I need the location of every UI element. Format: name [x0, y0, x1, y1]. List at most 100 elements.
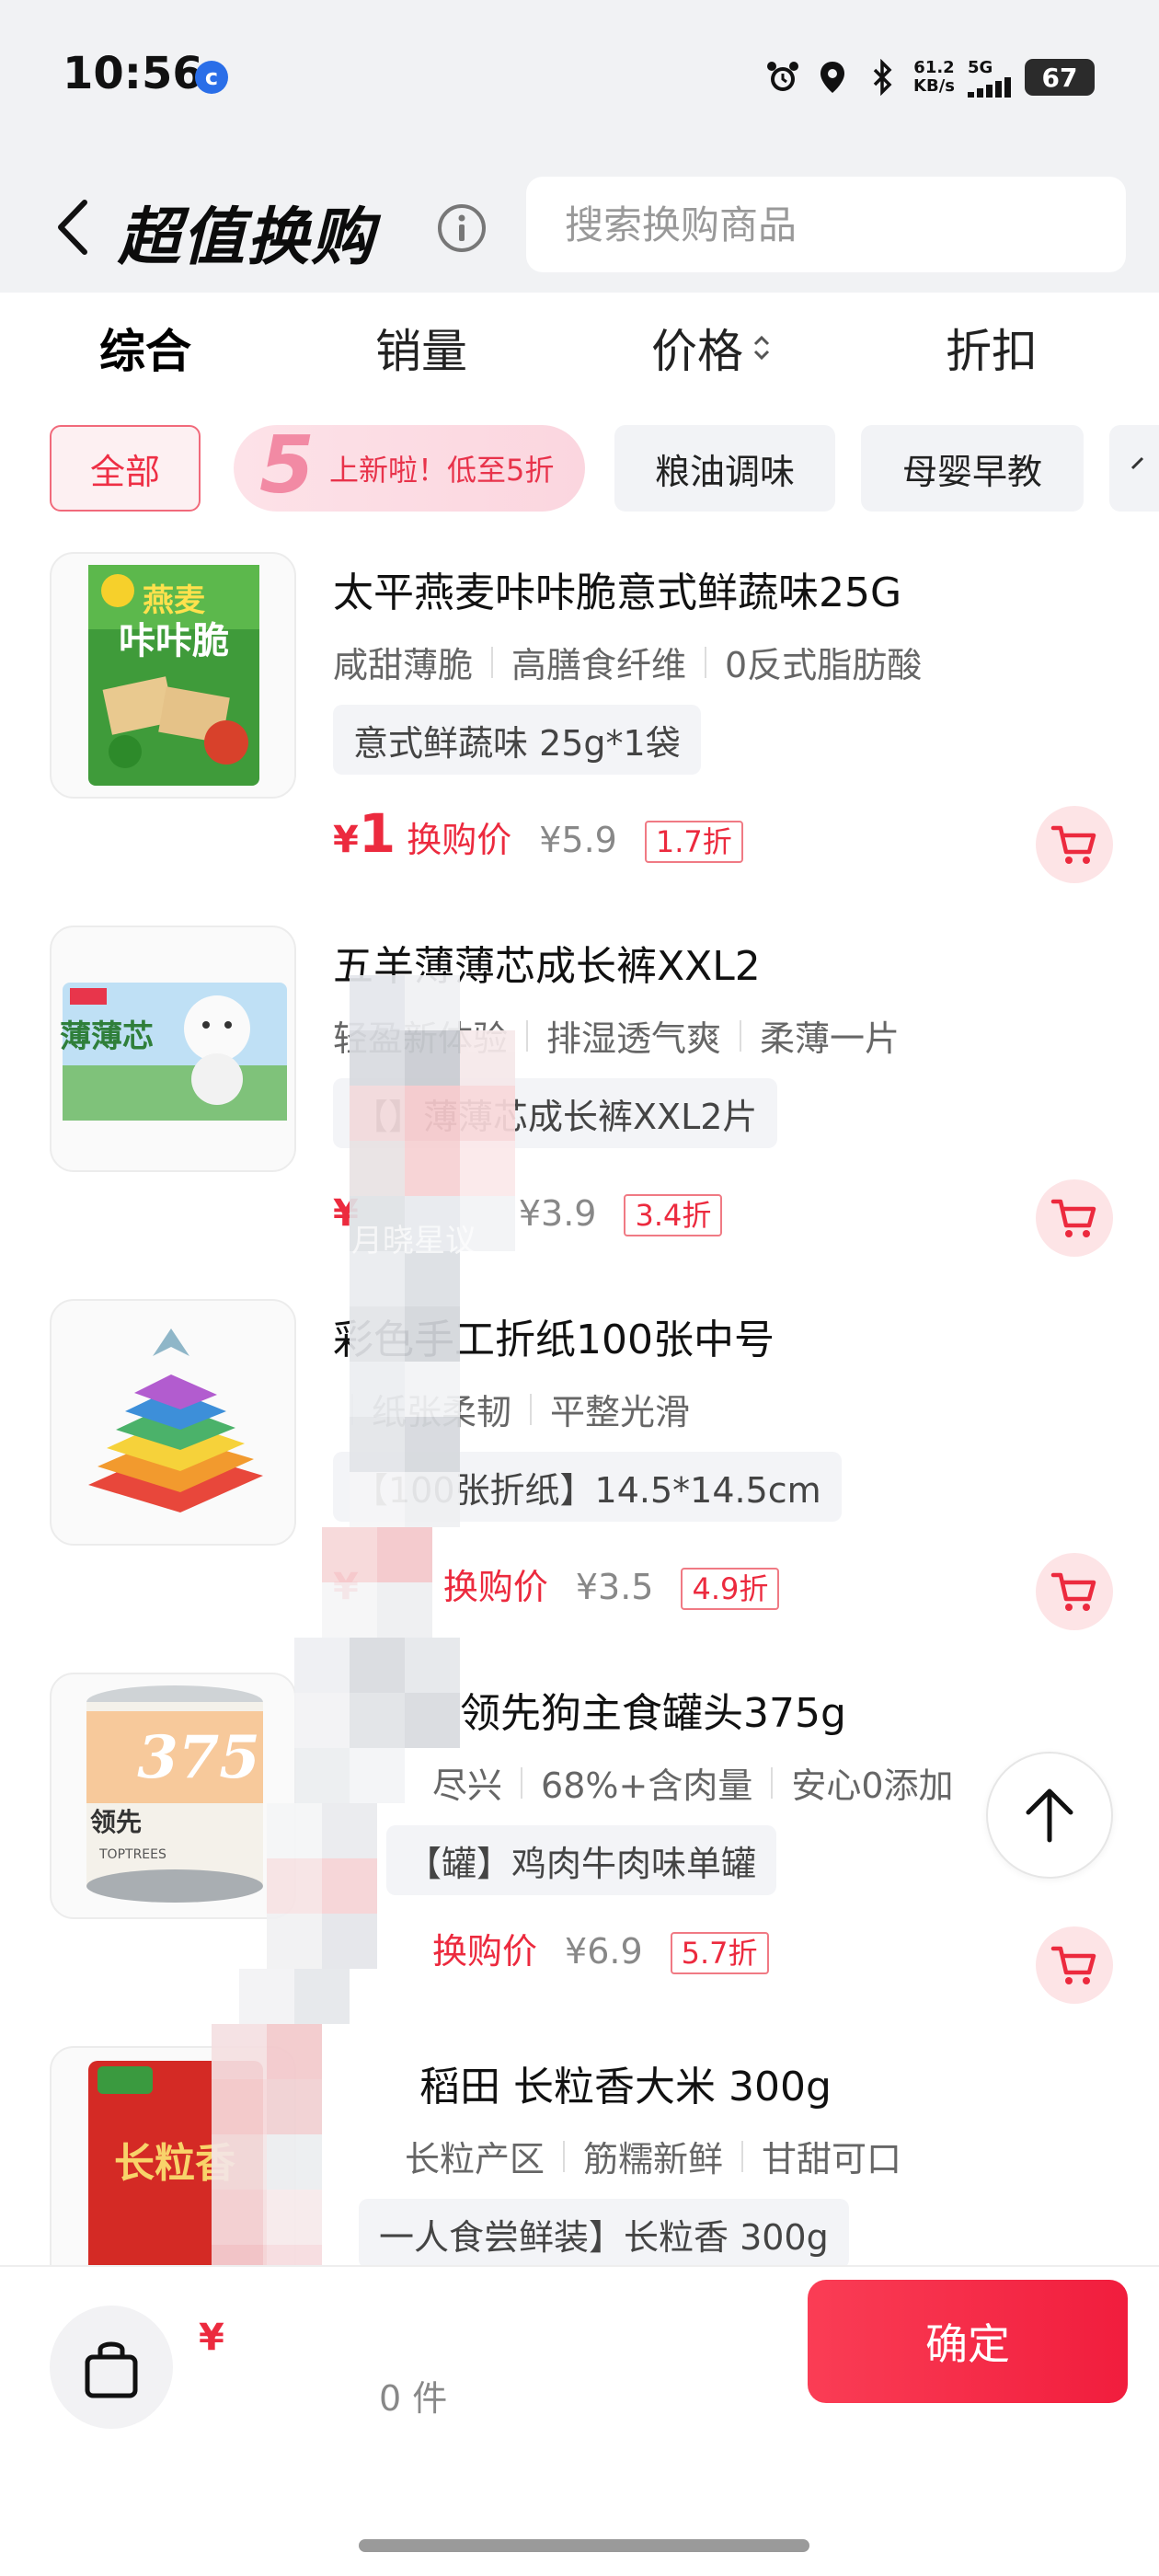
- product-title: 五羊薄薄芯成长裤XXL2: [333, 943, 761, 990]
- original-price: ¥3.9: [518, 1193, 597, 1234]
- exchange-price-label: 换购价: [442, 1567, 548, 1607]
- svg-text:咔咔脆: 咔咔脆: [119, 620, 229, 662]
- discount-badge: 3.4折: [624, 1194, 723, 1236]
- product-image: 薄薄芯: [50, 926, 296, 1172]
- product-item[interactable]: 薄薄芯 五羊薄薄芯成长裤XXL2 轻盈新体验 排湿透气爽 柔薄一片 【】薄薄芯成…: [0, 926, 1159, 1299]
- product-image-dog-food-can: 375 领先 TOPTREES: [86, 1685, 263, 1903]
- sort-tabs: 综合 销量 价格 折扣: [0, 293, 1159, 407]
- status-time: 10:56: [63, 48, 203, 99]
- product-spec: 【100张折纸】14.5*14.5cm: [333, 1452, 842, 1522]
- product-title: 稻田 长粒香大米 300g: [419, 2064, 832, 2110]
- product-item[interactable]: 375 领先 TOPTREES 领先狗主食罐头375g 尽兴 68%+含肉量 安…: [0, 1673, 1159, 2046]
- back-to-top-button[interactable]: [986, 1752, 1113, 1879]
- tab-discount[interactable]: 折扣: [946, 315, 1038, 381]
- status-bar: 10:56 c 61.2 KB/s 5G 67: [0, 0, 1159, 156]
- svg-text:TOPTREES: TOPTREES: [98, 1847, 166, 1862]
- chip-all[interactable]: 全部: [50, 425, 201, 512]
- home-indicator[interactable]: [359, 2539, 809, 2552]
- discount-badge: 5.7折: [670, 1932, 769, 1974]
- tab-price[interactable]: 价格: [651, 315, 773, 381]
- svg-text:燕麦: 燕麦: [143, 582, 205, 619]
- search-box[interactable]: [526, 177, 1126, 272]
- product-spec: 【】薄薄芯成长裤XXL2片: [333, 1078, 778, 1148]
- arrow-up-icon: [1026, 1788, 1073, 1843]
- info-icon[interactable]: [436, 202, 488, 254]
- chip-grain-oil[interactable]: 粮油调味: [614, 425, 835, 512]
- product-title: 领先狗主食罐头375g: [460, 1690, 846, 1737]
- exchange-purchase-page: 10:56 c 61.2 KB/s 5G 67 超值换购 搜索换购商品 综合 销…: [0, 0, 1159, 2576]
- product-image-origami-paper: [88, 1328, 263, 1512]
- alarm-icon: [767, 62, 799, 91]
- product-price-row: ¥ ¥3.9 3.4折: [333, 1176, 723, 1240]
- product-tags: 轻盈新体验 排湿透气爽 柔薄一片: [333, 1018, 901, 1059]
- product-tags: 纸张柔韧 平整光滑: [333, 1384, 690, 1434]
- product-image-diapers: 薄薄芯: [60, 983, 287, 1121]
- category-chips: 全部 5 上新啦！低至5折 粮油调味 母婴早教: [0, 423, 1159, 515]
- app-notification-icon: c: [195, 61, 228, 94]
- selected-count: 0 件: [379, 2378, 448, 2419]
- chip-more[interactable]: [1109, 425, 1159, 512]
- product-image-rice: 长粒香: [88, 2061, 263, 2265]
- product-title: 彩色手工折纸100张中号: [333, 1317, 775, 1363]
- product-item[interactable]: 燕麦 咔咔脆 太平燕麦咔咔脆意式鲜蔬味25G 咸甜薄脆 高膳食纤维 0反式脂肪酸…: [0, 552, 1159, 926]
- add-to-cart-button[interactable]: [1036, 1179, 1113, 1257]
- product-image: [50, 1299, 296, 1546]
- chevron-icon: [1130, 456, 1144, 470]
- svg-text:领先: 领先: [90, 1807, 142, 1837]
- product-image: 燕麦 咔咔脆: [50, 552, 296, 799]
- add-to-cart-button[interactable]: [1036, 1553, 1113, 1630]
- tab-comprehensive[interactable]: 综合: [99, 315, 191, 381]
- promo-number: 5: [259, 423, 315, 512]
- bluetooth-icon: [873, 59, 892, 96]
- page-title: 超值换购: [118, 201, 376, 274]
- product-price-row: 换购价 ¥6.9 5.7折: [432, 1923, 769, 1987]
- network-speed: 61.2 KB/s: [913, 58, 955, 96]
- signal-bars-icon: [968, 76, 1011, 98]
- product-image: 375 领先 TOPTREES: [50, 1673, 296, 1919]
- exchange-price-label: 换购价: [432, 1931, 538, 1972]
- add-to-cart-button[interactable]: [1036, 806, 1113, 883]
- cart-icon: [1050, 1572, 1096, 1611]
- discount-badge: 4.9折: [681, 1568, 780, 1610]
- svg-text:薄薄芯: 薄薄芯: [60, 1018, 154, 1055]
- chip-new-arrivals-promo[interactable]: 5 上新啦！低至5折: [234, 423, 585, 512]
- exchange-price: ¥1: [333, 802, 396, 865]
- svg-text:长粒香: 长粒香: [114, 2140, 235, 2187]
- confirm-button[interactable]: 确定: [808, 2280, 1128, 2403]
- product-price-row: ¥ 换购价 ¥3.5 4.9折: [333, 1549, 780, 1614]
- cart-icon: [1050, 1946, 1096, 1984]
- add-to-cart-button[interactable]: [1036, 1926, 1113, 2004]
- top-header-area: 10:56 c 61.2 KB/s 5G 67 超值换购 搜索换购商品: [0, 0, 1159, 293]
- shopping-bag-button[interactable]: [50, 2306, 173, 2429]
- product-title: 太平燕麦咔咔脆意式鲜蔬味25G: [333, 569, 902, 616]
- exchange-price: ¥: [333, 1192, 359, 1235]
- exchange-price-label: 换购价: [407, 820, 512, 860]
- original-price: ¥6.9: [565, 1931, 643, 1972]
- original-price: ¥5.9: [539, 820, 617, 860]
- shopping-bag-icon: [85, 2341, 138, 2398]
- product-item[interactable]: 彩色手工折纸100张中号 纸张柔韧 平整光滑 【100张折纸】14.5*14.5…: [0, 1299, 1159, 1673]
- product-spec: 【罐】鸡肉牛肉味单罐: [386, 1825, 777, 1895]
- back-arrow-icon[interactable]: [48, 195, 103, 259]
- tab-sales[interactable]: 销量: [375, 315, 467, 381]
- product-tags: 长粒产区 筋糯新鲜 甘甜可口: [405, 2139, 902, 2179]
- product-spec: 意式鲜蔬味 25g*1袋: [333, 705, 701, 775]
- nav-bar: 超值换购: [0, 175, 1159, 276]
- battery-indicator: 67: [1025, 59, 1095, 96]
- cart-icon: [1050, 825, 1096, 864]
- product-tags: 尽兴 68%+含肉量 安心0添加: [432, 1765, 954, 1806]
- original-price: ¥3.5: [575, 1567, 654, 1607]
- sort-toggle-icon: [753, 335, 770, 361]
- cart-icon: [1050, 1199, 1096, 1237]
- product-item[interactable]: 长粒香 稻田 长粒香大米 300g 长粒产区 筋糯新鲜 甘甜可口 一人食尝鲜装】…: [0, 2046, 1159, 2265]
- total-price: ¥: [199, 2317, 224, 2359]
- system-icons: 61.2 KB/s 5G 67: [764, 50, 1095, 105]
- chip-mother-baby[interactable]: 母婴早教: [861, 425, 1084, 512]
- search-input[interactable]: [526, 177, 1126, 272]
- location-icon: [820, 62, 845, 93]
- bottom-checkout-bar: ¥ 0 件 确定: [0, 2265, 1159, 2576]
- product-spec: 一人食尝鲜装】长粒香 300g: [359, 2199, 849, 2265]
- product-tags: 咸甜薄脆 高膳食纤维 0反式脂肪酸: [333, 645, 923, 685]
- product-price-row: ¥1 换购价 ¥5.9 1.7折: [333, 802, 743, 867]
- exchange-price: ¥: [333, 1566, 359, 1608]
